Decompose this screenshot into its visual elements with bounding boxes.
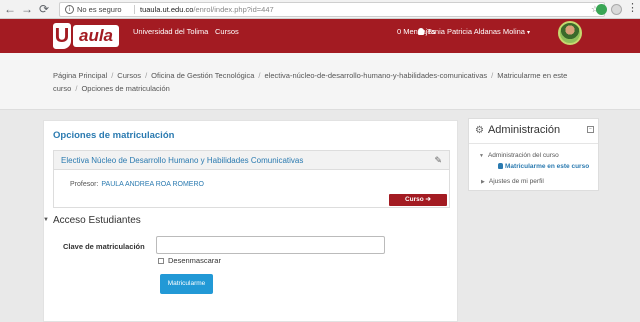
enrol-button[interactable]: Matricularme — [160, 274, 213, 294]
site-logo[interactable]: U aula — [53, 23, 119, 49]
avatar[interactable] — [558, 21, 582, 45]
enrolment-key-input[interactable] — [156, 236, 385, 254]
user-name: Tania Patricia Aldanas Molina — [427, 27, 525, 36]
divider — [134, 5, 135, 14]
admin-title: Administración — [487, 124, 561, 136]
page-title: Opciones de matriculación — [53, 130, 175, 141]
divider — [469, 143, 598, 144]
breadcrumb-item[interactable]: Cursos — [117, 71, 141, 80]
admin-item-enrol[interactable]: Matricularme en este curso — [498, 163, 589, 170]
user-icon — [418, 28, 424, 35]
page-header: Página Principal / Cursos / Oficina de Gesti… — [0, 53, 640, 110]
unmask-label[interactable]: Desenmascarar — [168, 256, 221, 265]
back-arrow-icon[interactable]: ← — [3, 2, 17, 16]
nav-cursos[interactable]: Cursos — [215, 27, 239, 36]
extension-icon[interactable] — [596, 4, 607, 15]
section-title: Acceso Estudiantes — [52, 215, 141, 226]
user-menu[interactable]: Tania Patricia Aldanas Molina ▾ — [418, 27, 530, 36]
breadcrumb: Página Principal / Cursos / Oficina de Gesti… — [53, 71, 568, 93]
expanded-triangle-icon: ▼ — [479, 153, 484, 159]
course-name-link[interactable]: Electiva Núcleo de Desarrollo Humano y H… — [61, 156, 303, 165]
breadcrumb-item[interactable]: electiva-núcleo-de-desarrollo-humano-y-h… — [265, 71, 488, 80]
dock-block-icon[interactable]: − — [587, 126, 594, 133]
site-header: U aula Universidad del Tolima Cursos 0 M… — [0, 19, 640, 53]
insecure-label: No es seguro — [77, 5, 122, 14]
nav-universidad[interactable]: Universidad del Tolima — [133, 27, 208, 36]
collapse-triangle-icon: ▼ — [43, 217, 49, 223]
course-box: Electiva Núcleo de Desarrollo Humano y H… — [53, 150, 450, 208]
breadcrumb-item[interactable]: Oficina de Gestión Tecnológica — [151, 71, 254, 80]
collapsed-triangle-icon: ▶ — [481, 179, 485, 185]
reload-icon[interactable]: ⟳ — [37, 2, 51, 16]
forward-arrow-icon[interactable]: → — [20, 2, 34, 16]
section-toggle[interactable]: ▼ Acceso Estudiantes — [43, 215, 141, 226]
admin-item-course[interactable]: ▼ Administración del curso — [479, 152, 559, 159]
extension-icon[interactable] — [611, 4, 622, 15]
admin-block: ⚙ Administración − ▼ Administración del cu… — [468, 118, 599, 191]
teacher-link[interactable]: PAULA ANDREA ROA ROMERO — [101, 181, 204, 188]
go-to-course-button[interactable]: Curso ➔ — [389, 194, 447, 206]
info-icon[interactable]: i — [65, 5, 74, 14]
breadcrumb-current: Opciones de matriculación — [81, 84, 170, 93]
enrolment-panel: Opciones de matriculación Electiva Núcle… — [43, 120, 458, 322]
user-icon — [498, 163, 503, 169]
url-text[interactable]: tuaula.ut.edu.co/enrol/index.php?id=447 — [140, 3, 274, 16]
edit-icon[interactable]: ✎ — [434, 155, 442, 166]
enrolment-key-label: Clave de matriculación — [63, 242, 145, 251]
browser-toolbar: ← → ⟳ i No es seguro tuaula.ut.edu.co/en… — [0, 0, 640, 19]
address-bar[interactable]: i No es seguro tuaula.ut.edu.co/enrol/in… — [59, 2, 605, 17]
course-teacher: Profesor: PAULA ANDREA ROA ROMERO — [70, 181, 204, 188]
unmask-checkbox[interactable] — [158, 258, 164, 264]
gears-icon: ⚙ — [475, 125, 484, 136]
breadcrumb-item[interactable]: Página Principal — [53, 71, 107, 80]
admin-item-profile-settings[interactable]: ▶ Ajustes de mi perfil — [481, 178, 544, 185]
browser-menu-icon[interactable]: ⋮ — [627, 1, 638, 14]
caret-down-icon: ▾ — [526, 30, 530, 36]
